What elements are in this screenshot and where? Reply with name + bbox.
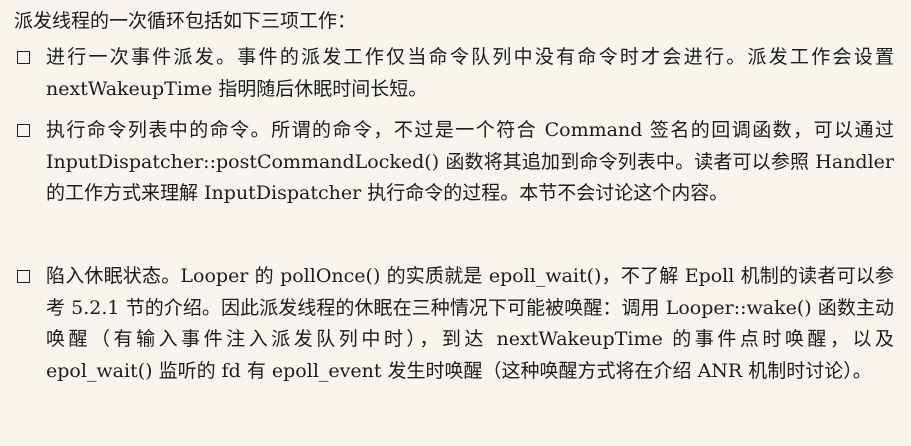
checkbox-icon xyxy=(17,124,30,137)
intro-paragraph: 派发线程的一次循环包括如下三项工作： xyxy=(14,10,357,32)
list-item: 执行命令列表中的命令。所谓的命令，不过是一个符合 Command 签名的回调函数… xyxy=(14,115,894,210)
checkbox-icon xyxy=(17,270,30,283)
checkbox-icon xyxy=(17,51,30,64)
list-item: 进行一次事件派发。事件的派发工作仅当命令队列中没有命令时才会进行。派发工作会设置… xyxy=(14,42,894,105)
document-page: 派发线程的一次循环包括如下三项工作： 进行一次事件派发。事件的派发工作仅当命令队… xyxy=(0,0,911,446)
list-item-text: 进行一次事件派发。事件的派发工作仅当命令队列中没有命令时才会进行。派发工作会设置… xyxy=(46,46,894,100)
list-item-text: 陷入休眠状态。Looper 的 pollOnce() 的实质就是 epoll_w… xyxy=(46,265,894,382)
list-item-text: 执行命令列表中的命令。所谓的命令，不过是一个符合 Command 签名的回调函数… xyxy=(46,119,894,204)
list-item: 陷入休眠状态。Looper 的 pollOnce() 的实质就是 epoll_w… xyxy=(14,261,894,387)
